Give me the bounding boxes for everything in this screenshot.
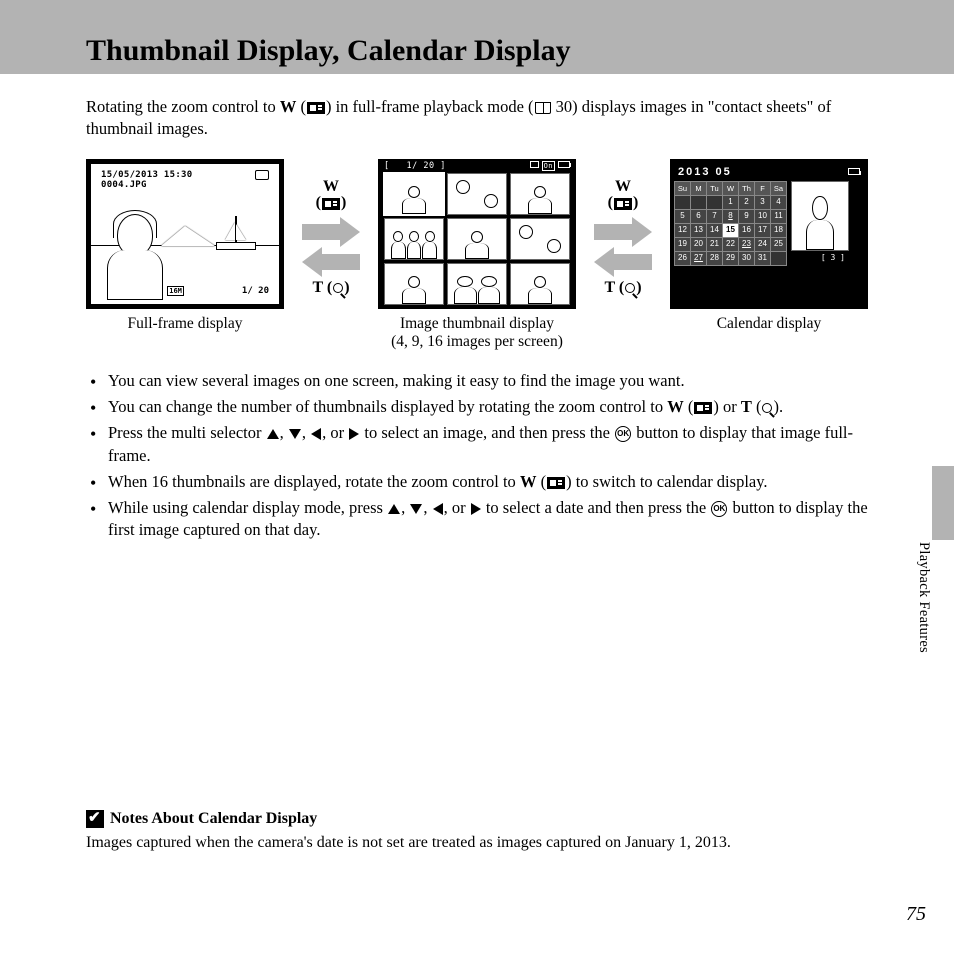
arrows-1: W() T () xyxy=(302,159,360,299)
calendar-count: [ 3 ] xyxy=(791,251,849,266)
calendar-title: 2013 05 xyxy=(674,163,736,182)
w-label-arrows-2: W() xyxy=(608,179,639,213)
w-label-arrows: W() xyxy=(316,179,347,213)
ok-button-icon: OK xyxy=(711,501,727,517)
calendar-screen: 2013 05 SuMTuWThFSa123456789101112131415… xyxy=(670,159,868,309)
arrow-left-icon xyxy=(594,250,652,274)
bullet-5: While using calendar display mode, press… xyxy=(108,497,868,542)
full-frame-caption: Full-frame display xyxy=(128,315,243,334)
calendar-table: SuMTuWThFSa12345678910111213141516171819… xyxy=(674,181,787,266)
magnify-icon xyxy=(625,283,635,293)
page-title: Thumbnail Display, Calendar Display xyxy=(86,34,571,68)
thumbnail-caption: Image thumbnail display (4, 9, 16 images… xyxy=(391,315,563,352)
arrows-2: W() T () xyxy=(594,159,652,299)
notes-body: Images captured when the camera's date i… xyxy=(86,834,868,852)
thumbnail-figure: [ 1/ 20 ] On Image thumbnail display xyxy=(378,159,576,352)
thumb-counter: [ 1/ 20 ] xyxy=(384,161,446,172)
calendar-caption: Calendar display xyxy=(717,315,822,334)
bullet-1: You can view several images on one scree… xyxy=(108,370,868,392)
page-number: 75 xyxy=(906,903,926,926)
note-check-icon xyxy=(86,810,104,828)
bullet-2: You can change the number of thumbnails … xyxy=(108,396,868,418)
contact-sheet-icon xyxy=(694,402,712,414)
arrow-left-icon xyxy=(302,250,360,274)
figures-row: 15/05/2013 15:30 0004.JPG 16M1/ 20 Full-… xyxy=(86,159,868,352)
down-arrow-icon xyxy=(410,504,422,514)
battery-icon xyxy=(255,170,269,180)
w-label: W xyxy=(280,97,297,116)
thumbnail-screen: [ 1/ 20 ] On xyxy=(378,159,576,309)
left-arrow-icon xyxy=(433,503,443,515)
section-label: Playback Features xyxy=(915,542,932,653)
t-label-arrows: T () xyxy=(312,280,349,297)
side-tab xyxy=(932,466,954,540)
notes-section: Notes About Calendar Display Images capt… xyxy=(86,810,868,852)
bullet-list: You can view several images on one scree… xyxy=(86,370,868,542)
counter-overlay: 16M1/ 20 xyxy=(167,285,269,297)
up-arrow-icon xyxy=(267,429,279,439)
thumb-status-icons: On xyxy=(530,161,570,172)
right-arrow-icon xyxy=(471,503,481,515)
calendar-figure: 2013 05 SuMTuWThFSa123456789101112131415… xyxy=(670,159,868,334)
up-arrow-icon xyxy=(388,504,400,514)
t-label-arrows-2: T () xyxy=(604,280,641,297)
notes-title: Notes About Calendar Display xyxy=(86,810,868,828)
contact-sheet-icon xyxy=(307,102,325,114)
intro-text-2: in full-frame playback mode ( xyxy=(331,97,533,116)
calendar-preview xyxy=(791,181,849,251)
contact-sheet-icon xyxy=(322,198,340,210)
battery-icon xyxy=(848,168,860,175)
bullet-3: Press the multi selector , , , or to sel… xyxy=(108,422,868,467)
contact-sheet-icon xyxy=(614,198,632,210)
left-arrow-icon xyxy=(311,428,321,440)
ok-button-icon: OK xyxy=(615,426,631,442)
full-frame-figure: 15/05/2013 15:30 0004.JPG 16M1/ 20 Full-… xyxy=(86,159,284,334)
bullet-4: When 16 thumbnails are displayed, rotate… xyxy=(108,471,868,493)
right-arrow-icon xyxy=(349,428,359,440)
timestamp-overlay: 15/05/2013 15:30 0004.JPG xyxy=(101,170,193,192)
full-frame-screen: 15/05/2013 15:30 0004.JPG 16M1/ 20 xyxy=(86,159,284,309)
arrow-right-icon xyxy=(302,220,360,244)
magnify-icon xyxy=(333,283,343,293)
arrow-right-icon xyxy=(594,220,652,244)
manual-ref-icon xyxy=(535,102,551,114)
intro-paragraph: Rotating the zoom control to W () in ful… xyxy=(86,96,868,141)
down-arrow-icon xyxy=(289,429,301,439)
contact-sheet-icon xyxy=(547,477,565,489)
page-header: Thumbnail Display, Calendar Display xyxy=(0,0,954,74)
content-area: Rotating the zoom control to W () in ful… xyxy=(0,74,954,542)
magnify-icon xyxy=(762,403,772,413)
intro-text: Rotating the zoom control to xyxy=(86,97,280,116)
